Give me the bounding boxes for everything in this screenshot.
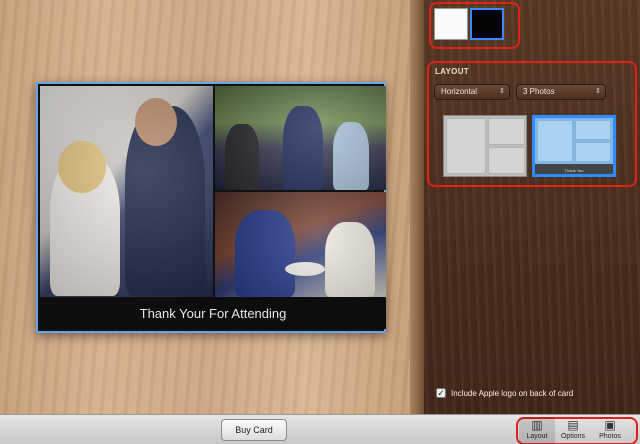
- select-arrows-icon: ⇕: [499, 88, 505, 95]
- apple-logo-checkbox-label: Include Apple logo on back of card: [451, 388, 574, 398]
- layout-section-label: LAYOUT: [435, 67, 469, 76]
- photo-count-select[interactable]: 3 Photos ⇕: [516, 84, 606, 100]
- options-panel: LAYOUT Horizontal ⇕ 3 Photos ⇕ Thank You…: [424, 0, 640, 414]
- color-swatch-black[interactable]: [470, 8, 504, 40]
- select-arrows-icon: ⇕: [595, 88, 601, 95]
- tab-layout-label: Layout: [526, 433, 548, 440]
- photo-slot-group[interactable]: [215, 86, 386, 190]
- color-swatch-white[interactable]: [434, 8, 468, 40]
- tab-photos[interactable]: ▣ Photos: [592, 417, 628, 444]
- apple-logo-option[interactable]: ✓ Include Apple logo on back of card: [436, 388, 573, 398]
- thumbnail-caption: Thank You: [564, 168, 584, 173]
- tab-options-label: Options: [560, 433, 586, 440]
- photo-slot-couple-kiss[interactable]: [40, 86, 213, 297]
- apple-logo-checkbox[interactable]: ✓: [436, 388, 446, 398]
- card-caption[interactable]: Thank Your For Attending: [40, 297, 386, 329]
- canvas-divider: [410, 0, 424, 414]
- photos-icon: ▣: [604, 418, 616, 432]
- photo-slot-cake[interactable]: [215, 192, 386, 297]
- layout-thumbnail-option-2-selected[interactable]: Thank You: [532, 115, 616, 177]
- greeting-card-preview[interactable]: Thank Your For Attending: [36, 82, 386, 333]
- tab-photos-label: Photos: [599, 433, 621, 440]
- tab-options[interactable]: ▤ Options: [555, 417, 591, 444]
- orientation-select[interactable]: Horizontal ⇕: [434, 84, 510, 100]
- layout-thumbnail-option-1[interactable]: [443, 115, 527, 177]
- options-icon: ▤: [567, 418, 579, 432]
- orientation-select-value: Horizontal: [441, 87, 478, 96]
- bottom-toolbar: Buy Card ▥ Layout ▤ Options ▣ Photos: [0, 414, 640, 444]
- layout-icon: ▥: [531, 418, 543, 432]
- photo-count-select-value: 3 Photos: [523, 87, 555, 96]
- tab-layout[interactable]: ▥ Layout: [519, 417, 555, 444]
- buy-card-button[interactable]: Buy Card: [221, 419, 287, 441]
